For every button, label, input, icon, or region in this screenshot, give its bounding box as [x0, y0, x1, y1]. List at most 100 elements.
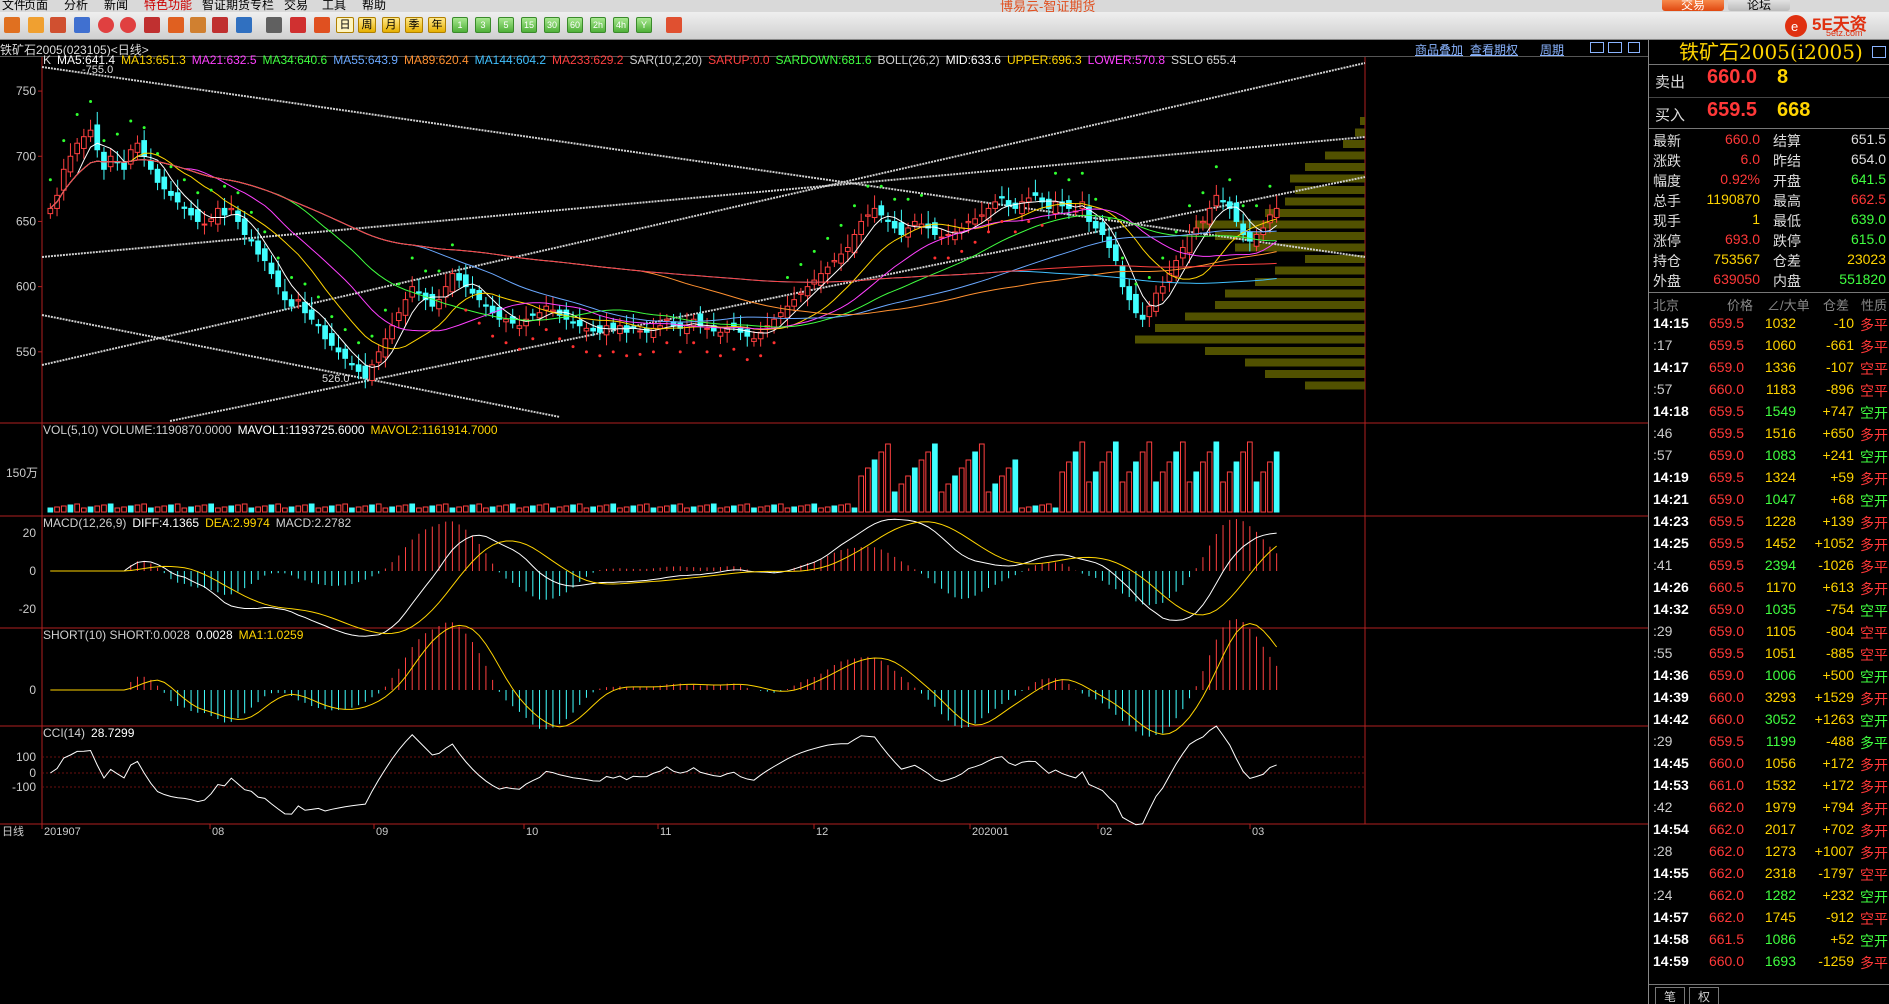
sar-dot — [1027, 219, 1031, 223]
home-icon[interactable] — [4, 17, 20, 33]
period-3m-button[interactable]: 3 — [475, 17, 491, 33]
brush-icon[interactable] — [190, 17, 206, 33]
menu-trade[interactable]: 交易 — [284, 0, 308, 12]
menu-news[interactable]: 新闻 — [104, 0, 128, 12]
kline-chart-area[interactable]: 750 700 650 600 550 -755.0 526.0 150万 20 0 -20 0 100… — [0, 53, 1648, 1004]
sar-dot — [785, 276, 789, 280]
tick-row[interactable]: 14:36 659.0 1006 +500 空开 — [1649, 664, 1889, 686]
chart-canvas[interactable]: 750700650600550-755.0526.0150万200-200100… — [0, 57, 1648, 1004]
tick-row[interactable]: :24 662.0 1282 +232 空开 — [1649, 884, 1889, 906]
tick-row[interactable]: :57 660.0 1183 -896 空平 — [1649, 378, 1889, 400]
kline-icon[interactable] — [314, 17, 330, 33]
tick-row[interactable]: 14:39 660.0 3293 +1529 多开 — [1649, 686, 1889, 708]
tab-ticks[interactable]: 笔 — [1655, 987, 1686, 1004]
period-2h-button[interactable]: 2h — [590, 17, 606, 33]
period-15m-button[interactable]: 15 — [521, 17, 537, 33]
period-year-button[interactable]: 年 — [428, 17, 446, 33]
period-4h-button[interactable]: 4h — [613, 17, 629, 33]
tick-row[interactable]: 14:54 662.0 2017 +702 多开 — [1649, 818, 1889, 840]
tick-row[interactable]: :17 659.5 1060 -661 多平 — [1649, 334, 1889, 356]
tick-row[interactable]: 14:25 659.5 1452 +1052 多开 — [1649, 532, 1889, 554]
quote-board-icon[interactable] — [50, 17, 66, 33]
tick-row[interactable]: 14:42 660.0 3052 +1263 空开 — [1649, 708, 1889, 730]
menu-page[interactable]: 页面 — [24, 0, 48, 12]
menu-help[interactable]: 帮助 — [362, 0, 386, 12]
forum-button[interactable]: 论坛 — [1728, 0, 1790, 12]
tick-row[interactable]: 14:45 660.0 1056 +172 多开 — [1649, 752, 1889, 774]
period-link[interactable]: 周期 — [1540, 41, 1564, 58]
period-month-button[interactable]: 月 — [382, 17, 400, 33]
period-1m-button[interactable]: 1 — [452, 17, 468, 33]
tick-row[interactable]: 14:18 659.5 1549 +747 空开 — [1649, 400, 1889, 422]
period-day-button[interactable]: 日 — [336, 17, 354, 33]
tick-v: 1051 — [1764, 645, 1796, 661]
tick-row[interactable]: :46 659.5 1516 +650 多开 — [1649, 422, 1889, 444]
tick-list[interactable]: 14:15 659.5 1032 -10 多平:17 659.5 1060 -661 多平 14:… — [1649, 312, 1889, 972]
menu-broker-column[interactable]: 智证期货专栏 — [202, 0, 274, 12]
tick-p: 659.5 — [1708, 535, 1744, 551]
window-icon[interactable] — [144, 17, 160, 33]
layout-icon[interactable] — [1590, 42, 1604, 53]
sell-row[interactable]: 卖出 660.0 8 — [1649, 65, 1889, 95]
layout2-icon[interactable] — [1608, 42, 1622, 53]
period-5m-button[interactable]: 5 — [498, 17, 514, 33]
trend-line — [41, 136, 1366, 258]
stat-l1: 最新 — [1653, 133, 1681, 149]
candle-body — [449, 273, 456, 293]
tick-row[interactable]: :28 662.0 1273 +1007 多开 — [1649, 840, 1889, 862]
candle-body — [94, 124, 101, 151]
zoom-out-icon[interactable] — [120, 17, 136, 33]
indicator-value: LOWER:570.8 — [1087, 53, 1166, 67]
tick-row[interactable]: :29 659.0 1105 -804 空平 — [1649, 620, 1889, 642]
volume-bar — [355, 506, 362, 513]
tick-row[interactable]: 14:57 662.0 1745 -912 空平 — [1649, 906, 1889, 928]
tick-row[interactable]: :41 659.5 2394 -1026 多平 — [1649, 554, 1889, 576]
network-icon[interactable] — [236, 17, 252, 33]
period-60m-button[interactable]: 60 — [567, 17, 583, 33]
tick-row[interactable]: :42 662.0 1979 +794 多开 — [1649, 796, 1889, 818]
indicator-value: MA233:629.2 — [552, 53, 624, 67]
chart-icon[interactable] — [74, 17, 90, 33]
draw-line-icon[interactable] — [168, 17, 184, 33]
tick-row[interactable]: 14:55 662.0 2318 -1797 空平 — [1649, 862, 1889, 884]
menu-analysis[interactable]: 分析 — [64, 0, 88, 12]
menu-features[interactable]: 特色功能 — [144, 0, 192, 12]
product-overlay-link[interactable]: 商品叠加 — [1415, 41, 1463, 58]
tick-row[interactable]: 14:23 659.5 1228 +139 多开 — [1649, 510, 1889, 532]
line-chart-icon[interactable] — [290, 17, 306, 33]
tick-row[interactable]: 14:17 659.0 1336 -107 空平 — [1649, 356, 1889, 378]
tick-row[interactable]: 14:58 661.5 1086 +52 空开 — [1649, 928, 1889, 950]
zoom-in-icon[interactable] — [98, 17, 114, 33]
menu-tools[interactable]: 工具 — [322, 0, 346, 12]
calculator-icon[interactable] — [666, 17, 682, 33]
tick-p: 661.0 — [1708, 777, 1744, 793]
tick-o: +232 — [1822, 887, 1854, 903]
tick-row[interactable]: :55 659.5 1051 -885 空平 — [1649, 642, 1889, 664]
tick-row[interactable]: 14:15 659.5 1032 -10 多平 — [1649, 312, 1889, 334]
period-30m-button[interactable]: 30 — [544, 17, 560, 33]
tick-row[interactable]: 14:21 659.0 1047 +68 空开 — [1649, 488, 1889, 510]
tick-row[interactable]: 14:59 660.0 1693 -1259 多平 — [1649, 950, 1889, 972]
tick-row[interactable]: 14:26 660.5 1170 +613 多开 — [1649, 576, 1889, 598]
tick-row[interactable]: :29 659.5 1199 -488 多平 — [1649, 730, 1889, 752]
filter-icon[interactable] — [212, 17, 228, 33]
period-week-button[interactable]: 周 — [358, 17, 376, 33]
volume-bar — [536, 504, 543, 513]
window-toggle-icon[interactable] — [1872, 46, 1886, 58]
maximize-icon[interactable] — [1628, 42, 1640, 53]
tick-o: -912 — [1825, 909, 1854, 925]
tick-row[interactable]: :57 659.0 1083 +241 空开 — [1649, 444, 1889, 466]
buy-row[interactable]: 买入 659.5 668 — [1649, 97, 1889, 127]
trade-button[interactable]: 交易 — [1662, 0, 1724, 12]
volume-bar — [550, 507, 556, 513]
menu-file[interactable]: 文件 — [2, 0, 26, 12]
table-icon[interactable] — [266, 17, 282, 33]
folder-icon[interactable] — [28, 17, 44, 33]
tick-row[interactable]: 14:53 661.0 1532 +172 多开 — [1649, 774, 1889, 796]
tick-row[interactable]: 14:32 659.0 1035 -754 空平 — [1649, 598, 1889, 620]
period-quarter-button[interactable]: 季 — [405, 17, 423, 33]
period-y-button[interactable]: Y — [636, 17, 652, 33]
view-options-link[interactable]: 查看期权 — [1470, 41, 1518, 58]
tick-row[interactable]: 14:19 659.5 1324 +59 多开 — [1649, 466, 1889, 488]
tab-rights[interactable]: 权 — [1689, 987, 1720, 1004]
